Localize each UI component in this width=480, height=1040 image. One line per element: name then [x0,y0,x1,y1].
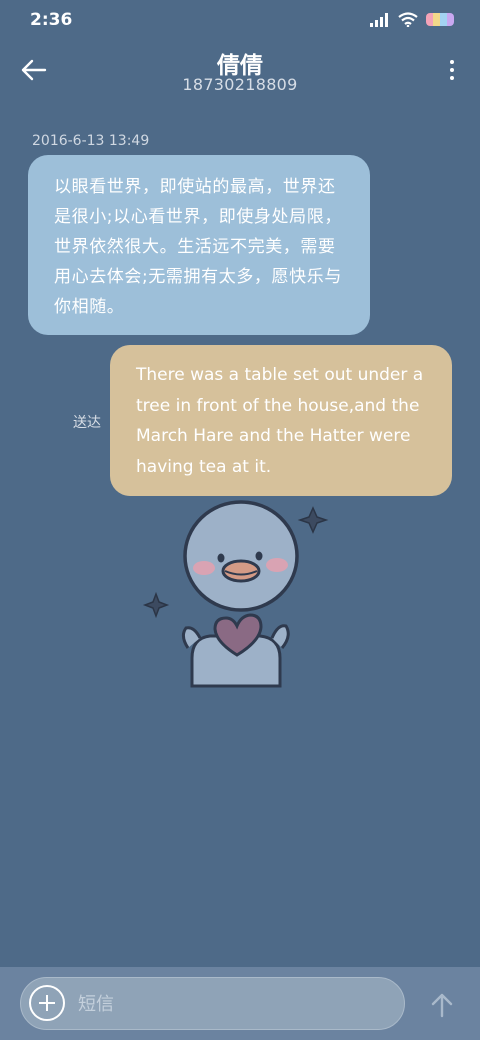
status-icons [370,12,454,27]
duck-holding-heart-sticker[interactable] [140,498,330,690]
arrow-up-icon[interactable] [428,991,456,1019]
status-time: 2:36 [30,10,73,30]
signal-icon [370,12,388,27]
message-composer [0,967,480,1040]
battery-icon [426,13,454,26]
status-bar: 2:36 [0,0,480,42]
more-options-button[interactable] [446,56,458,84]
sms-conversation-screen: 2:36 倩倩 18730218809 2016-6-13 13:49 以眼看世… [0,0,480,1040]
more-vertical-icon [450,60,454,64]
delivery-status: 送达 [73,415,101,431]
conversation-header: 倩倩 18730218809 [0,42,480,102]
wifi-icon [398,12,418,27]
compose-field[interactable] [20,977,405,1031]
contact-number: 18730218809 [182,75,298,94]
sent-message-bubble[interactable]: There was a table set out under a tree i… [110,345,452,496]
plus-circle-icon[interactable] [29,985,65,1021]
received-message-bubble[interactable]: 以眼看世界，即使站的最高，世界还是很小;以心看世界，即使身处局限，世界依然很大。… [28,155,370,335]
message-timestamp: 2016-6-13 13:49 [32,133,150,149]
message-input[interactable] [76,978,390,1031]
